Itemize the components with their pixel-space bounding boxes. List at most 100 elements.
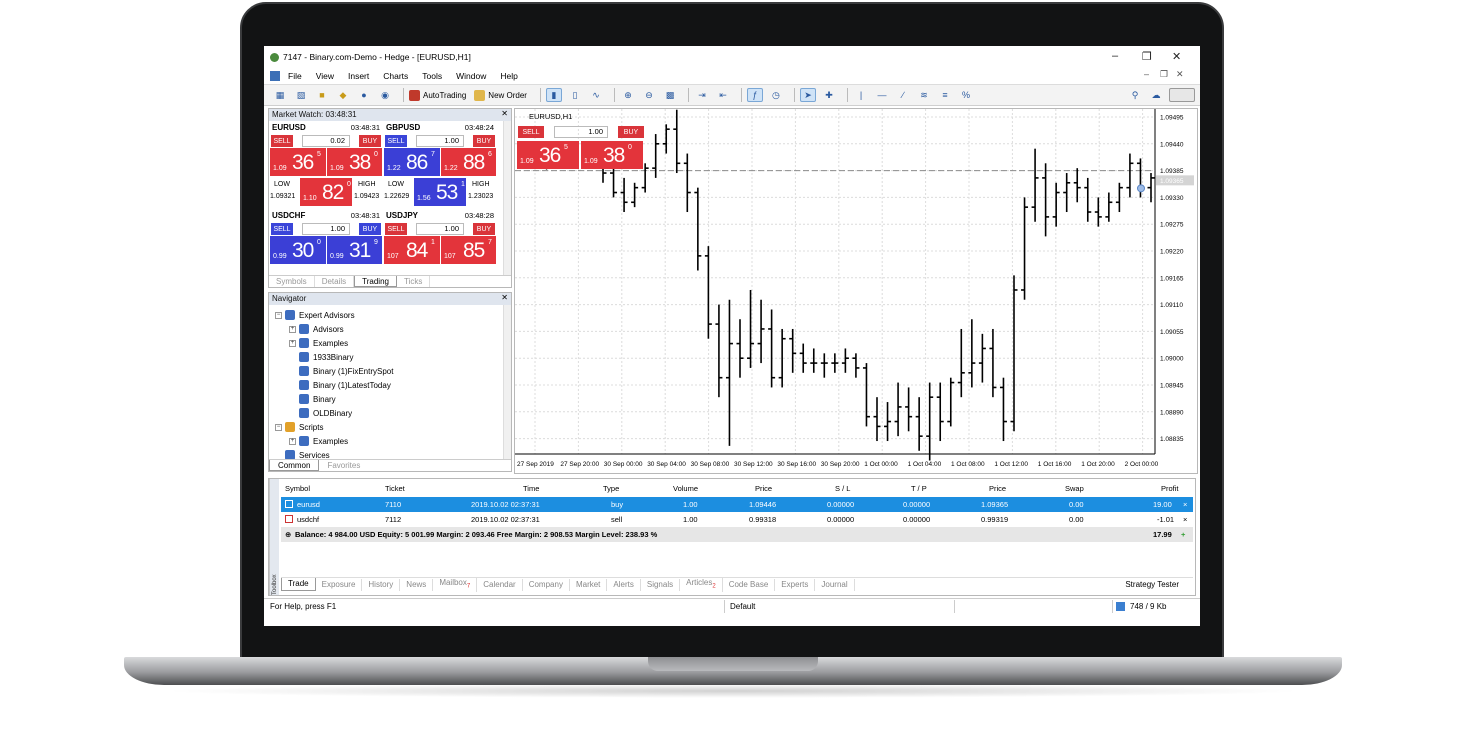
table-row[interactable]: usdchf 7112 2019.10.02 02:37:31 sell 1.0… (281, 512, 1193, 527)
auto-scroll-icon[interactable]: ⇥ (694, 88, 710, 102)
expander-icon[interactable]: + (289, 325, 296, 333)
nav-tree-item[interactable]: Binary (1)LatestToday (275, 378, 393, 392)
market-watch-scrollbar[interactable] (503, 121, 511, 275)
bid-quote[interactable]: 1.22 86 7 (384, 148, 440, 176)
horizontal-line-icon[interactable]: — (874, 88, 890, 102)
bar-chart-icon[interactable]: ▮ (545, 88, 562, 102)
lot-size-input[interactable]: 1.00 (302, 223, 350, 235)
chart-buy-button[interactable]: BUY (618, 126, 644, 138)
tab-symbols[interactable]: Symbols (269, 276, 315, 287)
expander-icon[interactable]: + (289, 339, 296, 347)
crosshair-icon[interactable]: ✚ (821, 88, 837, 102)
chart-ask-quote[interactable]: 1.09 38 0 (581, 141, 643, 169)
col-profit[interactable]: Profit (1161, 484, 1179, 493)
buy-button[interactable]: BUY (359, 223, 381, 235)
col-type[interactable]: Type (603, 484, 619, 493)
line-chart-icon[interactable]: ∿ (588, 88, 604, 102)
tab-common[interactable]: Common (269, 460, 320, 471)
market-watch-icon[interactable]: ■ (314, 88, 330, 102)
indicators-icon[interactable]: ƒ (746, 88, 763, 102)
tab-experts[interactable]: Experts (775, 578, 816, 591)
tab-code-base[interactable]: Code Base (723, 578, 776, 591)
ask-quote[interactable]: 0.99 31 9 (327, 236, 382, 264)
search-icon[interactable]: ⚲ (1127, 88, 1143, 102)
tab-trade[interactable]: Trade (281, 578, 316, 591)
channel-icon[interactable]: ≋ (916, 88, 932, 102)
col-symbol[interactable]: Symbol (285, 484, 310, 493)
tab-mailbox[interactable]: Mailbox7 (433, 576, 478, 593)
buy-button[interactable]: BUY (473, 135, 495, 147)
col-sl[interactable]: S / L (835, 484, 850, 493)
menu-help[interactable]: Help (500, 71, 517, 81)
mdi-close-icon[interactable]: ✕ (1176, 69, 1184, 80)
navigator-close-icon[interactable]: ✕ (501, 293, 508, 302)
maximize-icon[interactable]: ❐ (1142, 50, 1152, 63)
navigator-scrollbar[interactable] (503, 305, 511, 459)
sell-button[interactable]: SELL (385, 135, 407, 147)
navigator-icon[interactable]: ● (356, 88, 372, 102)
col-ticket[interactable]: Ticket (385, 484, 405, 493)
row-sl[interactable]: 0.00000 (827, 515, 854, 524)
mdi-restore-icon[interactable]: ❐ (1160, 69, 1168, 80)
fibonacci-icon[interactable]: ≡ (937, 88, 953, 102)
tab-calendar[interactable]: Calendar (477, 578, 523, 591)
tab-trading[interactable]: Trading (354, 276, 397, 287)
row-tp[interactable]: 0.00000 (903, 500, 930, 509)
close-icon[interactable]: ✕ (1172, 50, 1181, 63)
menu-charts[interactable]: Charts (383, 71, 408, 81)
zoom-out-icon[interactable]: ⊖ (641, 88, 657, 102)
nav-tree-item[interactable]: − Scripts (275, 420, 393, 434)
menu-file[interactable]: File (288, 71, 302, 81)
market-watch-close-icon[interactable]: ✕ (501, 109, 508, 118)
strategy-tester-button[interactable]: Strategy Tester (1119, 579, 1185, 591)
tab-ticks[interactable]: Ticks (397, 276, 431, 287)
nav-tree-item[interactable]: + Examples (275, 336, 393, 350)
nav-tree-item[interactable]: − Expert Advisors (275, 308, 393, 322)
candlestick-icon[interactable]: ▯ (567, 88, 583, 102)
ask-quote[interactable]: 1.09 38 0 (327, 148, 382, 176)
close-position-icon[interactable]: × (1183, 500, 1187, 509)
new-order-button[interactable]: New Order (474, 89, 527, 101)
menu-insert[interactable]: Insert (348, 71, 369, 81)
tab-alerts[interactable]: Alerts (607, 578, 641, 591)
expander-icon[interactable]: − (275, 311, 282, 319)
chart-window[interactable]: 1.09495 1.09440 1.09385 1.09330 1.09275 1.092… (514, 108, 1198, 474)
nav-tree-item[interactable]: 1933Binary (275, 350, 393, 364)
terminal-icon[interactable]: ◉ (377, 88, 393, 102)
lot-size-input[interactable]: 1.00 (416, 135, 464, 147)
nav-tree-item[interactable]: + Advisors (275, 322, 393, 336)
col-swap[interactable]: Swap (1065, 484, 1084, 493)
tab-signals[interactable]: Signals (641, 578, 681, 591)
col-time[interactable]: Time (523, 484, 539, 493)
menu-view[interactable]: View (316, 71, 334, 81)
tab-market[interactable]: Market (570, 578, 608, 591)
tab-news[interactable]: News (400, 578, 434, 591)
auto-trading-button[interactable]: AutoTrading (409, 89, 466, 101)
chart-sell-button[interactable]: SELL (518, 126, 544, 138)
close-position-icon[interactable]: × (1183, 515, 1187, 524)
bid-quote[interactable]: 107 84 1 (384, 236, 440, 264)
chart-shift-marker-icon[interactable] (1137, 184, 1145, 193)
col-tp[interactable]: T / P (911, 484, 927, 493)
cursor-icon[interactable]: ➤ (799, 88, 816, 102)
lot-size-input[interactable]: 0.02 (302, 135, 350, 147)
tab-exposure[interactable]: Exposure (316, 578, 363, 591)
sell-button[interactable]: SELL (385, 223, 407, 235)
buy-button[interactable]: BUY (473, 223, 495, 235)
menu-window[interactable]: Window (456, 71, 486, 81)
vertical-line-icon[interactable]: | (853, 88, 869, 102)
trend-line-icon[interactable]: ∕ (895, 88, 911, 102)
chart-lot-input[interactable]: 1.00 (554, 126, 608, 138)
add-icon[interactable]: + (1181, 530, 1185, 539)
sell-button[interactable]: SELL (271, 223, 293, 235)
chart-shift-icon[interactable]: ⇤ (715, 88, 731, 102)
minimize-icon[interactable]: – (1112, 50, 1118, 62)
mdi-minimize-icon[interactable]: – (1144, 69, 1149, 79)
col-volume[interactable]: Volume (673, 484, 698, 493)
tab-details[interactable]: Details (315, 276, 355, 287)
profiles-icon[interactable]: ▧ (293, 88, 309, 102)
sell-button[interactable]: SELL (271, 135, 293, 147)
chart-bid-quote[interactable]: 1.09 36 5 (517, 141, 579, 169)
col-current-price[interactable]: Price (989, 484, 1006, 493)
tab-articles[interactable]: Articles2 (680, 576, 723, 593)
